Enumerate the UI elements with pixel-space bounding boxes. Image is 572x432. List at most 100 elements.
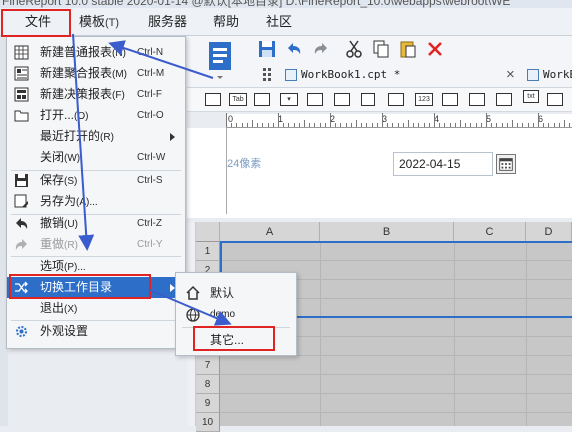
menu-item-undo[interactable]: 撤销(U) Ctrl-Z	[7, 213, 185, 234]
ruler-tick	[376, 123, 378, 127]
ruler-tick	[538, 113, 539, 127]
ruler-tick	[506, 123, 508, 127]
widget-list-icon[interactable]	[334, 93, 350, 106]
copy-icon[interactable]	[371, 39, 391, 59]
menu-item-new-report[interactable]: 新建普通报表(N) Ctrl-N	[7, 42, 185, 63]
widget-label-icon[interactable]: txt	[523, 90, 539, 103]
ruler-tick	[402, 123, 404, 127]
ruler-tick	[418, 123, 420, 127]
widget-textarea-icon[interactable]	[442, 93, 458, 106]
menu-item-open[interactable]: 打开...(O) Ctrl-O	[7, 105, 185, 126]
pixel-label: 24像素	[227, 158, 262, 170]
ruler-tick	[449, 123, 451, 127]
ruler-tick	[241, 123, 243, 127]
menu-item-save-as[interactable]: 另存为(A)...	[7, 191, 185, 212]
ruler-tick	[439, 123, 441, 127]
menu-item-save[interactable]: 保存(S) Ctrl-S	[7, 170, 185, 191]
undo-toolbar-icon[interactable]	[284, 39, 304, 59]
menu-item-redo[interactable]: 重做(R) Ctrl-Y	[7, 234, 185, 255]
widget-button-icon[interactable]	[361, 93, 375, 106]
ruler-tick	[512, 120, 513, 127]
column-header[interactable]: C	[454, 222, 526, 242]
new-decision-report-icon	[14, 87, 29, 102]
redo-toolbar-icon[interactable]	[311, 39, 331, 59]
menu-item-new-decision-report[interactable]: 新建决策报表(F) Ctrl-F	[7, 84, 185, 105]
date-field[interactable]: 2022-04-15	[393, 152, 493, 176]
paste-icon[interactable]	[398, 39, 418, 59]
row-header[interactable]: 7	[196, 356, 220, 375]
widget-multi-icon[interactable]	[547, 93, 563, 106]
ruler-tick	[293, 123, 295, 127]
widget-input-icon[interactable]	[254, 93, 270, 106]
delete-icon[interactable]	[425, 39, 445, 59]
ruler-tick	[226, 113, 227, 127]
globe-icon	[186, 308, 200, 322]
tab-workbook-2[interactable]: WorkBook	[525, 62, 572, 88]
menu-item-appearance[interactable]: 外观设置	[7, 321, 185, 342]
ruler-tick	[496, 123, 498, 127]
menu-community[interactable]: 社区	[266, 8, 292, 36]
open-folder-icon	[14, 110, 29, 122]
widget-combo-icon[interactable]: ▾	[280, 93, 298, 106]
row-header[interactable]: 9	[196, 394, 220, 413]
widget-checkbox-icon[interactable]	[496, 93, 512, 106]
widget-calendar-icon[interactable]	[388, 93, 404, 106]
ruler-tick	[340, 123, 342, 127]
menu-item-recent[interactable]: 最近打开的(R)	[7, 126, 185, 147]
menu-item-new-aggregate-report[interactable]: 新建聚合报表(M) Ctrl-M	[7, 63, 185, 84]
row-header[interactable]: 10	[196, 413, 220, 432]
ruler-tick	[366, 123, 368, 127]
ruler-tick	[475, 123, 477, 127]
ruler-tick	[345, 123, 347, 127]
tab-workbook1[interactable]: WorkBook1.cpt *	[283, 62, 503, 88]
calendar-icon[interactable]	[496, 154, 516, 174]
menu-item-exit[interactable]: 退出(X)	[7, 298, 185, 319]
ruler-tick	[564, 120, 565, 127]
workbook-icon	[527, 69, 539, 81]
ruler-tick	[460, 120, 461, 127]
widget-radio-icon[interactable]	[469, 93, 485, 106]
save-as-icon	[14, 194, 28, 208]
ruler-tick	[465, 123, 467, 127]
widget-number-icon[interactable]: 123	[415, 93, 433, 106]
row-header[interactable]: 1	[196, 242, 220, 261]
ruler-tick	[371, 123, 373, 127]
cut-icon[interactable]	[344, 39, 364, 59]
grid-corner[interactable]	[196, 222, 220, 242]
column-header[interactable]: D	[526, 222, 572, 242]
menu-help[interactable]: 帮助	[213, 8, 239, 36]
row-header[interactable]: 8	[196, 375, 220, 394]
tab-close-icon[interactable]: ×	[506, 66, 515, 83]
ruler-tick	[236, 123, 238, 127]
submenu-item-default[interactable]: 默认	[176, 283, 296, 303]
menu-server[interactable]: 服务器	[148, 8, 187, 36]
ruler-tick	[392, 123, 394, 127]
menu-item-close[interactable]: 关闭(W) Ctrl-W	[7, 147, 185, 168]
submenu-item-demo[interactable]: demo	[176, 305, 296, 325]
widget-tab-icon[interactable]: Tab	[229, 93, 247, 106]
file-menu-dropdown: 新建普通报表(N) Ctrl-N 新建聚合报表(M) Ctrl-M 新建决策报表…	[6, 36, 186, 349]
ruler-tick	[288, 123, 290, 127]
column-header[interactable]: B	[320, 222, 454, 242]
widget-tree-icon[interactable]	[307, 93, 323, 106]
ruler-tick	[298, 123, 300, 127]
widget-textfield-icon[interactable]	[205, 93, 221, 106]
ruler-tick	[319, 123, 321, 127]
column-header[interactable]: A	[220, 222, 320, 242]
ruler-tick	[548, 123, 550, 127]
undo-icon	[16, 218, 28, 229]
ruler-tick	[543, 123, 545, 127]
save-toolbar-icon[interactable]	[257, 39, 277, 59]
ruler-tick	[501, 123, 503, 127]
ruler-tick	[257, 123, 259, 127]
ruler-tick	[278, 113, 279, 127]
ruler-tick	[413, 123, 415, 127]
menu-template[interactable]: 模板(T)	[79, 8, 119, 36]
ruler-tick	[428, 123, 430, 127]
horizontal-ruler: 0 1 2 3 4 5 6	[226, 113, 572, 128]
ruler-tick	[324, 123, 326, 127]
new-template-icon[interactable]	[205, 40, 237, 80]
ruler-tick	[423, 123, 425, 127]
ruler-tick	[569, 123, 571, 127]
ruler-tick	[517, 123, 519, 127]
